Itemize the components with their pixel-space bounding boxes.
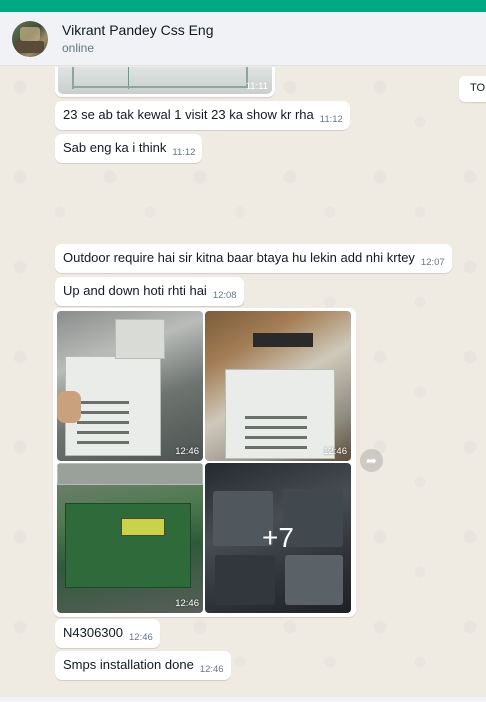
- message-time: 12:46: [129, 632, 153, 643]
- message-bubble[interactable]: Up and down hoti rhti hai 12:08: [55, 277, 244, 306]
- message-bubble[interactable]: Sab eng ka i think 11:12: [55, 134, 203, 163]
- chat-header[interactable]: Vikrant Pandey Css Eng online: [0, 12, 486, 66]
- image-message[interactable]: 11:11: [55, 67, 275, 97]
- footer-bar: [0, 697, 486, 702]
- photo-thumbnail[interactable]: 12:46: [57, 311, 203, 461]
- message-time: 12:07: [420, 257, 445, 268]
- photo-thumbnail[interactable]: 12:46: [57, 463, 203, 613]
- message-text: Sab eng ka i think: [63, 140, 167, 155]
- message-time: 11:11: [245, 81, 268, 92]
- message-text: N4306300: [63, 625, 123, 640]
- message-list[interactable]: 11:11 TOI 23 se ab tak kewal 1 visit 23 …: [0, 67, 486, 697]
- message-text: 23 se ab tak kewal 1 visit 23 ka show kr…: [63, 107, 314, 122]
- top-accent-bar: [0, 0, 486, 12]
- photo-time: 12:46: [323, 446, 347, 457]
- message-bubble[interactable]: Smps installation done 12:46: [55, 651, 231, 680]
- message-time: 11:12: [319, 114, 343, 125]
- photo-thumbnail[interactable]: 12:46: [205, 311, 351, 461]
- contact-status: online: [62, 41, 95, 55]
- avatar[interactable]: [12, 21, 48, 57]
- side-tab[interactable]: TOI: [459, 76, 486, 102]
- message-time: 12:08: [212, 290, 237, 301]
- more-photos-count: +7: [262, 522, 294, 553]
- contact-name[interactable]: Vikrant Pandey Css Eng: [62, 22, 214, 38]
- forward-icon[interactable]: ➦: [360, 449, 383, 472]
- photo-album[interactable]: 12:46 12:46 12:46 +7: [53, 308, 356, 617]
- message-text: Smps installation done: [63, 657, 194, 672]
- message-text: Up and down hoti rhti hai: [63, 283, 207, 298]
- message-bubble[interactable]: N4306300 12:46: [55, 619, 160, 648]
- photo-time: 12:46: [175, 598, 199, 609]
- message-time: 11:12: [172, 147, 196, 158]
- message-bubble[interactable]: 23 se ab tak kewal 1 visit 23 ka show kr…: [55, 101, 350, 130]
- message-text: Outdoor require hai sir kitna baar btaya…: [63, 250, 415, 265]
- photo-thumbnail-more[interactable]: +7: [205, 463, 351, 613]
- photo-time: 12:46: [175, 446, 199, 457]
- message-time: 12:46: [199, 664, 224, 675]
- message-bubble[interactable]: Outdoor require hai sir kitna baar btaya…: [55, 244, 452, 273]
